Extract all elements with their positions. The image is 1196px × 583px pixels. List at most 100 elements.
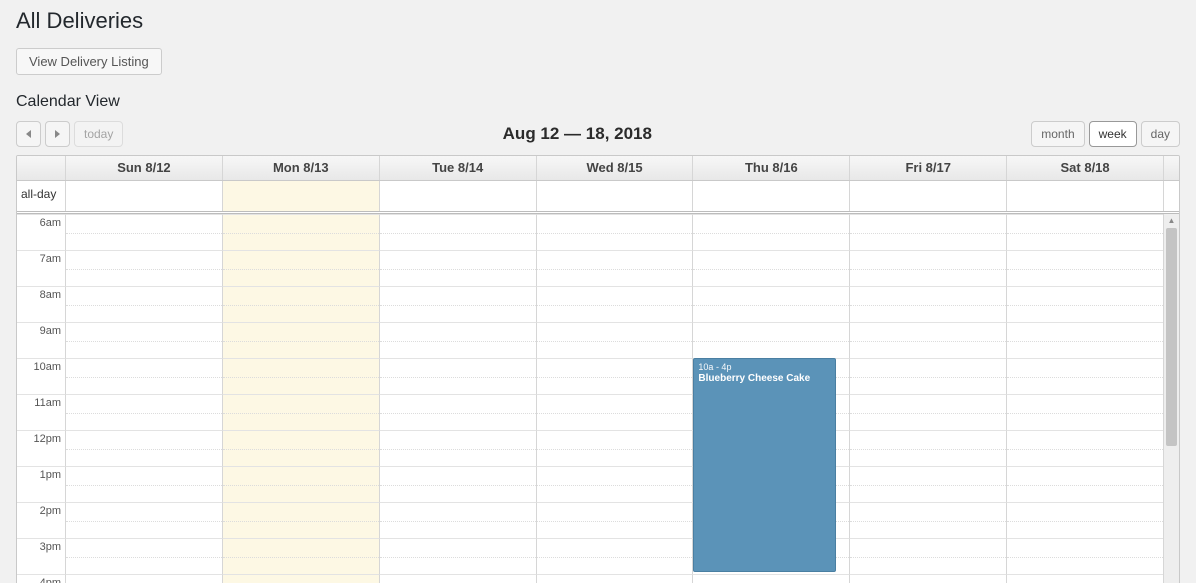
time-slot[interactable]: [692, 214, 849, 250]
calendar-grid[interactable]: 6am7am8am9am10am11am12pm1pm2pm3pm4pm: [17, 214, 1163, 583]
time-slot[interactable]: [849, 430, 1006, 466]
time-slot[interactable]: [222, 286, 379, 322]
time-slot[interactable]: [65, 538, 222, 574]
allday-cell[interactable]: [65, 181, 222, 211]
time-slot[interactable]: [222, 466, 379, 502]
time-slot[interactable]: [849, 250, 1006, 286]
allday-label: all-day: [17, 181, 65, 211]
view-day-button[interactable]: day: [1141, 121, 1180, 147]
time-slot[interactable]: [379, 574, 536, 583]
time-slot[interactable]: [379, 358, 536, 394]
time-slot[interactable]: [1006, 538, 1163, 574]
allday-cell[interactable]: [849, 181, 1006, 211]
time-slot[interactable]: [536, 394, 693, 430]
calendar-event[interactable]: 10a - 4pBlueberry Cheese Cake: [693, 358, 836, 572]
time-slot[interactable]: [692, 574, 849, 583]
time-slot[interactable]: [379, 502, 536, 538]
time-slot[interactable]: [849, 322, 1006, 358]
time-slot[interactable]: [65, 358, 222, 394]
time-slot[interactable]: [65, 574, 222, 583]
allday-cell[interactable]: [1006, 181, 1163, 211]
time-slot[interactable]: [222, 322, 379, 358]
day-header[interactable]: Wed 8/15: [536, 156, 693, 180]
time-slot[interactable]: [379, 322, 536, 358]
day-header[interactable]: Thu 8/16: [692, 156, 849, 180]
time-slot[interactable]: [65, 322, 222, 358]
scroll-thumb[interactable]: [1166, 228, 1177, 446]
time-slot[interactable]: [65, 466, 222, 502]
time-slot[interactable]: [1006, 394, 1163, 430]
time-slot[interactable]: [379, 286, 536, 322]
time-slot[interactable]: [849, 574, 1006, 583]
calendar-scrollbar[interactable]: ▲ ▼: [1163, 214, 1179, 583]
time-slot[interactable]: [849, 538, 1006, 574]
view-month-button[interactable]: month: [1031, 121, 1084, 147]
day-header[interactable]: Sun 8/12: [65, 156, 222, 180]
time-slot[interactable]: [536, 322, 693, 358]
time-slot[interactable]: [222, 430, 379, 466]
time-slot[interactable]: [222, 214, 379, 250]
time-slot[interactable]: [849, 502, 1006, 538]
time-slot[interactable]: [222, 574, 379, 583]
allday-cell[interactable]: [379, 181, 536, 211]
time-slot[interactable]: [222, 502, 379, 538]
time-slot[interactable]: [536, 286, 693, 322]
time-slot[interactable]: [379, 430, 536, 466]
view-week-button[interactable]: week: [1089, 121, 1137, 147]
time-slot[interactable]: [65, 502, 222, 538]
time-slot[interactable]: [536, 574, 693, 583]
time-slot[interactable]: [65, 286, 222, 322]
time-slot[interactable]: [536, 466, 693, 502]
day-header[interactable]: Fri 8/17: [849, 156, 1006, 180]
time-slot[interactable]: [849, 358, 1006, 394]
time-slot[interactable]: [849, 214, 1006, 250]
time-slot[interactable]: [692, 322, 849, 358]
time-slot[interactable]: [1006, 430, 1163, 466]
time-slot[interactable]: [379, 466, 536, 502]
time-slot[interactable]: [849, 466, 1006, 502]
next-button[interactable]: [45, 121, 70, 147]
time-slot[interactable]: [692, 286, 849, 322]
time-slot[interactable]: [379, 250, 536, 286]
time-slot[interactable]: [222, 538, 379, 574]
time-slot[interactable]: [379, 538, 536, 574]
time-slot[interactable]: [1006, 466, 1163, 502]
time-slot[interactable]: [536, 538, 693, 574]
scroll-up-icon[interactable]: ▲: [1164, 214, 1179, 228]
time-slot[interactable]: [222, 250, 379, 286]
time-slot[interactable]: [692, 250, 849, 286]
today-button[interactable]: today: [74, 121, 123, 147]
prev-button[interactable]: [16, 121, 41, 147]
time-slot[interactable]: [536, 502, 693, 538]
time-slot[interactable]: [65, 250, 222, 286]
time-slot[interactable]: [1006, 574, 1163, 583]
time-slot[interactable]: [65, 214, 222, 250]
day-header[interactable]: Tue 8/14: [379, 156, 536, 180]
time-slot[interactable]: [65, 394, 222, 430]
time-slot[interactable]: [536, 358, 693, 394]
allday-scroll-spacer: [1163, 181, 1179, 211]
time-slot[interactable]: [1006, 250, 1163, 286]
time-slot[interactable]: [849, 394, 1006, 430]
time-slot[interactable]: [536, 250, 693, 286]
time-slot[interactable]: [536, 430, 693, 466]
time-slot[interactable]: [379, 214, 536, 250]
day-header[interactable]: Sat 8/18: [1006, 156, 1163, 180]
time-slot[interactable]: [222, 358, 379, 394]
hour-row: 12pm: [17, 430, 1163, 466]
allday-cell[interactable]: [692, 181, 849, 211]
time-slot[interactable]: [65, 430, 222, 466]
time-slot[interactable]: [222, 394, 379, 430]
time-slot[interactable]: [1006, 358, 1163, 394]
time-slot[interactable]: [1006, 322, 1163, 358]
time-slot[interactable]: [1006, 286, 1163, 322]
time-slot[interactable]: [379, 394, 536, 430]
time-slot[interactable]: [536, 214, 693, 250]
allday-cell[interactable]: [536, 181, 693, 211]
time-slot[interactable]: [1006, 214, 1163, 250]
allday-cell[interactable]: [222, 181, 379, 211]
view-delivery-listing-button[interactable]: View Delivery Listing: [16, 48, 162, 75]
time-slot[interactable]: [849, 286, 1006, 322]
day-header[interactable]: Mon 8/13: [222, 156, 379, 180]
time-slot[interactable]: [1006, 502, 1163, 538]
